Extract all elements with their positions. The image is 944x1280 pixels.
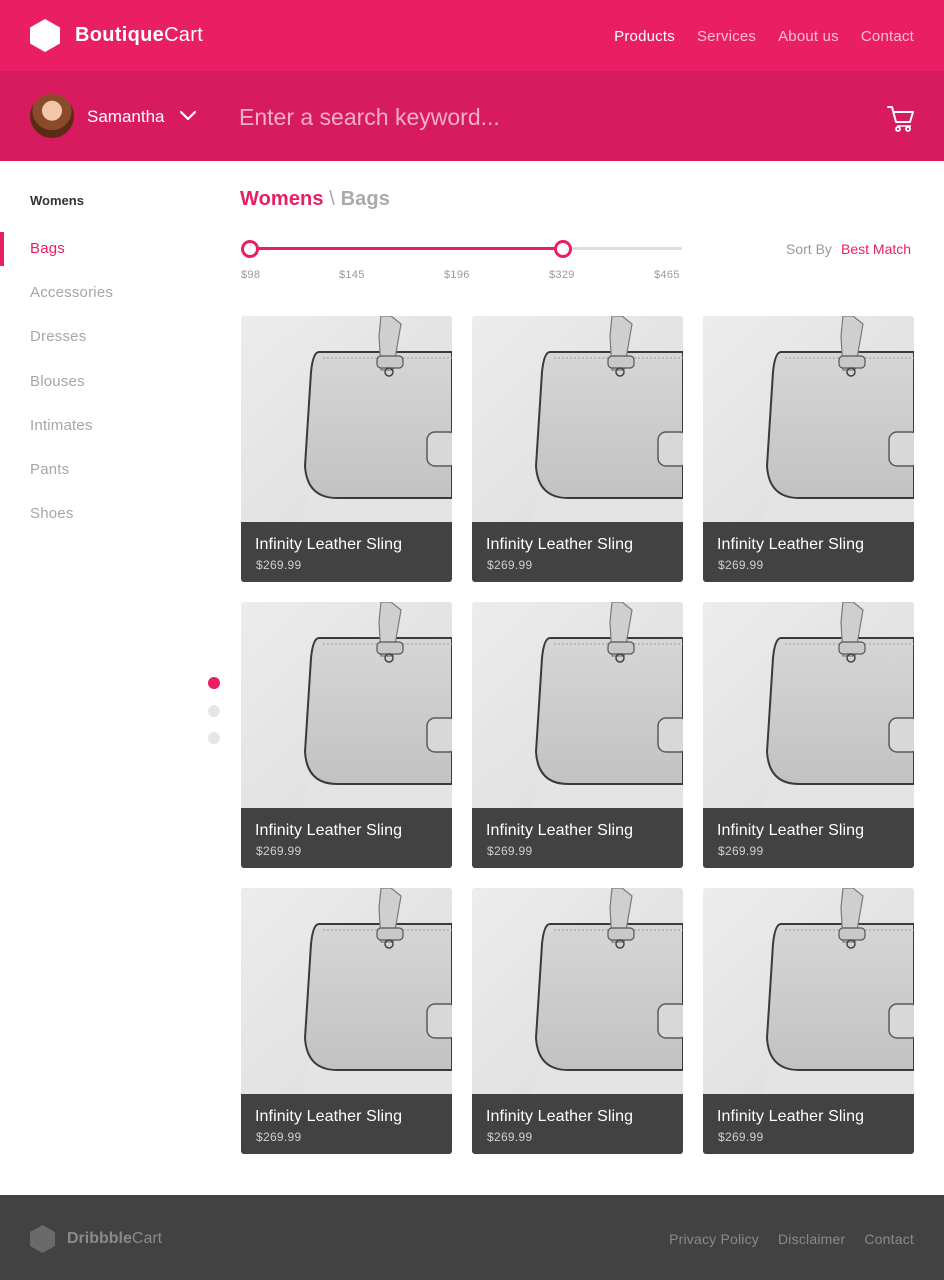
slider-selected-range: [250, 247, 563, 250]
product-info: Infinity Leather Sling $269.99: [241, 522, 452, 582]
product-price: $269.99: [256, 844, 302, 858]
hexagon-logo-icon: [30, 1225, 55, 1253]
top-nav: Products Services About us Contact: [614, 28, 914, 45]
product-price: $269.99: [718, 844, 764, 858]
shopping-cart-icon[interactable]: [886, 103, 916, 133]
product-price: $269.99: [487, 558, 533, 572]
product-image: [703, 316, 914, 522]
product-card[interactable]: Infinity Leather Sling $269.99: [241, 316, 452, 582]
price-tick: $329: [549, 269, 575, 281]
search-input[interactable]: [239, 99, 799, 135]
product-name[interactable]: Infinity Leather Sling: [486, 1108, 633, 1126]
product-card[interactable]: Infinity Leather Sling $269.99: [472, 602, 683, 868]
breadcrumb-separator: \: [329, 188, 335, 210]
page-dot-2[interactable]: [208, 705, 220, 717]
footer-brand[interactable]: DribbbleCart: [67, 1230, 162, 1248]
product-name[interactable]: Infinity Leather Sling: [486, 822, 633, 840]
brand-logo[interactable]: BoutiqueCart: [75, 24, 203, 47]
nav-services[interactable]: Services: [697, 28, 756, 45]
sidebar-item-shoes[interactable]: Shoes: [30, 505, 74, 522]
price-range-slider[interactable]: [241, 240, 682, 258]
product-info: Infinity Leather Sling $269.99: [472, 808, 683, 868]
breadcrumb-category[interactable]: Womens: [240, 188, 324, 210]
product-name[interactable]: Infinity Leather Sling: [486, 536, 633, 554]
product-card[interactable]: Infinity Leather Sling $269.99: [703, 316, 914, 582]
product-card[interactable]: Infinity Leather Sling $269.99: [472, 888, 683, 1154]
page-dot-3[interactable]: [208, 732, 220, 744]
sidebar-item-accessories[interactable]: Accessories: [30, 284, 113, 301]
product-info: Infinity Leather Sling $269.99: [472, 522, 683, 582]
price-tick: $98: [241, 269, 261, 281]
product-image: [703, 888, 914, 1094]
product-price: $269.99: [718, 558, 764, 572]
sidebar-item-bags[interactable]: Bags: [30, 240, 65, 257]
product-price: $269.99: [487, 844, 533, 858]
product-name[interactable]: Infinity Leather Sling: [717, 822, 864, 840]
top-bar: BoutiqueCart Products Services About us …: [0, 0, 944, 71]
product-name[interactable]: Infinity Leather Sling: [255, 536, 402, 554]
product-info: Infinity Leather Sling $269.99: [241, 808, 452, 868]
product-name[interactable]: Infinity Leather Sling: [255, 822, 402, 840]
product-image: [241, 316, 452, 522]
product-info: Infinity Leather Sling $269.99: [703, 808, 914, 868]
nav-products[interactable]: Products: [614, 28, 675, 45]
product-price: $269.99: [718, 1130, 764, 1144]
footer-link-disclaimer[interactable]: Disclaimer: [778, 1231, 845, 1247]
breadcrumb: Womens \ Bags: [240, 188, 390, 211]
hexagon-logo-icon: [30, 19, 60, 52]
page-dot-1[interactable]: [208, 677, 220, 689]
product-name[interactable]: Infinity Leather Sling: [255, 1108, 402, 1126]
nav-about-us[interactable]: About us: [778, 28, 839, 45]
product-image: [241, 888, 452, 1094]
product-info: Infinity Leather Sling $269.99: [703, 522, 914, 582]
product-card[interactable]: Infinity Leather Sling $269.99: [703, 602, 914, 868]
sidebar-item-blouses[interactable]: Blouses: [30, 373, 85, 390]
product-name[interactable]: Infinity Leather Sling: [717, 1108, 864, 1126]
product-price: $269.99: [256, 558, 302, 572]
product-price: $269.99: [487, 1130, 533, 1144]
price-tick: $465: [654, 269, 680, 281]
breadcrumb-current: Bags: [340, 188, 390, 210]
sort-dropdown[interactable]: Best Match: [841, 241, 911, 257]
product-image: [472, 316, 683, 522]
chevron-down-icon[interactable]: [179, 109, 197, 123]
product-image: [472, 888, 683, 1094]
sort-label: Sort By: [786, 241, 832, 257]
price-tick: $145: [339, 269, 365, 281]
sidebar-item-dresses[interactable]: Dresses: [30, 328, 86, 345]
footer: DribbbleCart Privacy Policy Disclaimer C…: [0, 1195, 944, 1280]
product-image: [703, 602, 914, 808]
slider-min-handle[interactable]: [241, 240, 259, 258]
search-bar: Samantha: [0, 71, 944, 161]
category-heading: Womens: [30, 193, 84, 208]
product-info: Infinity Leather Sling $269.99: [472, 1094, 683, 1154]
sidebar-item-intimates[interactable]: Intimates: [30, 417, 93, 434]
price-tick: $196: [444, 269, 470, 281]
product-name[interactable]: Infinity Leather Sling: [717, 536, 864, 554]
nav-contact[interactable]: Contact: [861, 28, 914, 45]
product-card[interactable]: Infinity Leather Sling $269.99: [703, 888, 914, 1154]
sidebar-item-pants[interactable]: Pants: [30, 461, 69, 478]
user-name[interactable]: Samantha: [87, 107, 165, 127]
product-image: [241, 602, 452, 808]
footer-links: Privacy Policy Disclaimer Contact: [669, 1231, 914, 1247]
product-info: Infinity Leather Sling $269.99: [241, 1094, 452, 1154]
product-image: [472, 602, 683, 808]
footer-link-contact[interactable]: Contact: [864, 1231, 914, 1247]
avatar[interactable]: [30, 94, 74, 138]
footer-link-privacy-policy[interactable]: Privacy Policy: [669, 1231, 759, 1247]
product-card[interactable]: Infinity Leather Sling $269.99: [472, 316, 683, 582]
product-price: $269.99: [256, 1130, 302, 1144]
product-info: Infinity Leather Sling $269.99: [703, 1094, 914, 1154]
active-item-marker: [0, 232, 4, 266]
slider-max-handle[interactable]: [554, 240, 572, 258]
product-card[interactable]: Infinity Leather Sling $269.99: [241, 888, 452, 1154]
product-card[interactable]: Infinity Leather Sling $269.99: [241, 602, 452, 868]
